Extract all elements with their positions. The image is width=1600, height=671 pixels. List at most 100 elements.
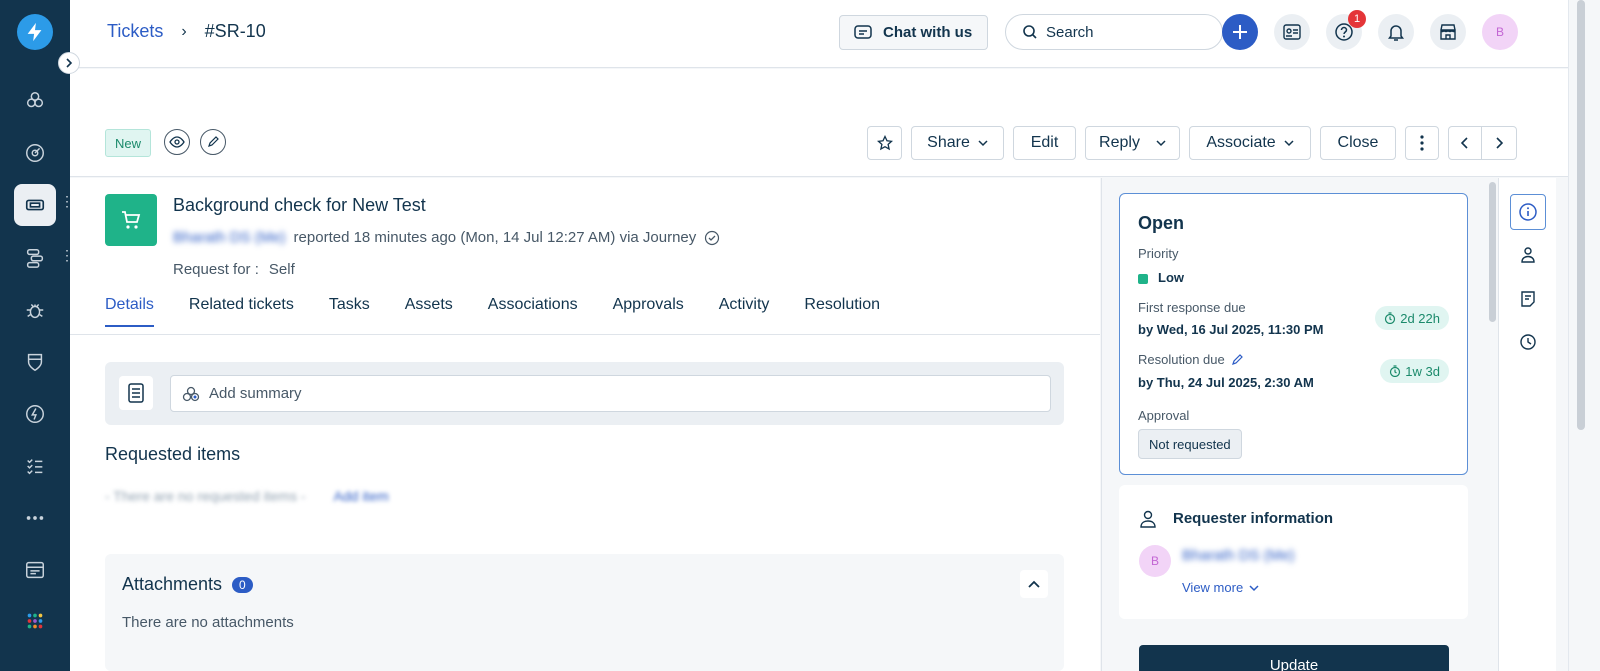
tab-activity[interactable]: Activity — [719, 296, 770, 327]
left-navigation: ⋮ ⋮ — [0, 0, 74, 671]
edit-pencil-icon[interactable] — [1231, 353, 1244, 366]
window-scrollbar[interactable] — [1568, 0, 1600, 671]
tab-resolution[interactable]: Resolution — [804, 296, 880, 327]
summary-document-icon — [119, 376, 153, 410]
eye-icon — [169, 136, 185, 148]
breadcrumb-current: #SR-10 — [204, 21, 266, 41]
priority-label: Priority — [1138, 246, 1179, 261]
nav-changes-shield-icon[interactable] — [14, 341, 56, 383]
edit-title-button[interactable] — [200, 129, 226, 155]
collapse-attachments-button[interactable] — [1020, 570, 1048, 598]
notes-panel-button[interactable] — [1510, 281, 1546, 317]
panel-scrollbar-thumb[interactable] — [1489, 182, 1496, 322]
approval-status-chip: Not requested — [1138, 429, 1242, 459]
add-summary-input[interactable]: Add summary — [170, 375, 1051, 412]
first-response-sla-text: 2d 22h — [1400, 310, 1440, 326]
request-for-value: Self — [268, 261, 295, 278]
requested-items-empty-text: - There are no requested items - — [105, 488, 306, 504]
chat-with-us-button[interactable]: Chat with us — [839, 15, 988, 50]
nav-tasks-checklist-icon[interactable] — [14, 445, 56, 487]
tab-details[interactable]: Details — [105, 296, 154, 327]
nav-assets-icon[interactable] — [14, 549, 56, 591]
ticket-properties-panel: Open Priority Low First response due by … — [1101, 178, 1487, 671]
add-item-link[interactable]: Add item — [334, 488, 389, 504]
associate-button[interactable]: Associate — [1189, 126, 1311, 160]
details-info-button[interactable] — [1510, 194, 1546, 230]
tab-assets[interactable]: Assets — [405, 296, 453, 327]
tab-associations[interactable]: Associations — [488, 296, 578, 327]
requested-items-heading: Requested items — [105, 444, 241, 464]
requester-name-link[interactable]: Bharath DS (Me) — [1182, 547, 1295, 564]
attachments-section: Attachments 0 There are no attachments — [105, 554, 1064, 671]
view-more-link[interactable]: View more — [1182, 580, 1259, 595]
pencil-icon — [208, 136, 219, 147]
tab-tasks[interactable]: Tasks — [329, 296, 370, 327]
nav-releases-bolt-icon[interactable] — [14, 393, 56, 435]
notifications-button[interactable] — [1378, 14, 1414, 50]
edit-label: Edit — [1030, 134, 1059, 151]
attachments-title: Attachments — [122, 574, 223, 594]
nav-workflows-icon[interactable] — [14, 237, 56, 279]
nav-dashboard-icon[interactable] — [14, 132, 56, 174]
window-scrollbar-thumb[interactable] — [1577, 0, 1585, 430]
requester-info-title: Requester information — [1173, 510, 1334, 527]
tab-related-tickets[interactable]: Related tickets — [189, 296, 294, 327]
ticket-tabs: Details Related tickets Tasks Assets Ass… — [105, 296, 880, 327]
priority-value[interactable]: Low — [1138, 270, 1184, 285]
tab-approvals[interactable]: Approvals — [613, 296, 684, 327]
summary-section: Add summary — [105, 362, 1064, 425]
help-notification-badge: 1 — [1348, 10, 1366, 28]
chevron-up-icon — [1028, 580, 1040, 588]
nav-more-icon[interactable] — [14, 497, 56, 539]
attachments-heading: Attachments 0 — [122, 574, 253, 595]
update-button[interactable]: Update — [1139, 645, 1449, 671]
requested-items-empty: - There are no requested items - Add ite… — [105, 488, 389, 504]
breadcrumb: Tickets › #SR-10 — [107, 21, 266, 42]
marketplace-button[interactable] — [1430, 14, 1466, 50]
store-icon — [1440, 24, 1456, 40]
reply-button[interactable]: Reply — [1085, 126, 1180, 160]
expand-sidebar-button[interactable] — [58, 52, 80, 74]
ticket-status[interactable]: Open — [1138, 213, 1184, 234]
breadcrumb-tickets-link[interactable]: Tickets — [107, 21, 163, 42]
help-button[interactable]: 1 — [1326, 10, 1366, 50]
share-button[interactable]: Share — [911, 126, 1004, 160]
chat-icon — [854, 24, 872, 39]
attachments-count-badge: 0 — [232, 576, 253, 593]
user-avatar[interactable]: B — [1482, 14, 1518, 50]
global-search-input[interactable]: Search — [1005, 14, 1223, 50]
app-logo-icon[interactable] — [17, 14, 53, 50]
nav-problems-bug-icon[interactable] — [14, 289, 56, 331]
close-ticket-button[interactable]: Close — [1320, 126, 1396, 160]
bell-icon — [1388, 25, 1404, 41]
resolution-due-label-row: Resolution due — [1138, 352, 1244, 367]
requester-panel-button[interactable] — [1510, 237, 1546, 273]
history-panel-button[interactable] — [1510, 324, 1546, 360]
search-placeholder: Search — [1046, 23, 1094, 41]
requester-avatar: B — [1139, 545, 1171, 577]
create-new-button[interactable] — [1222, 14, 1258, 50]
reply-label: Reply — [1099, 134, 1140, 151]
resolution-sla-badge: 1w 3d — [1380, 359, 1449, 383]
chat-label: Chat with us — [883, 24, 973, 41]
star-button[interactable] — [867, 126, 902, 160]
chevron-left-icon — [1461, 137, 1468, 149]
nav-tickets-icon[interactable] — [14, 184, 56, 226]
ticket-toolbar: New Share Edit Reply Associate Close — [70, 114, 1585, 177]
timer-icon — [1385, 312, 1396, 324]
ticket-meta-text: reported 18 minutes ago (Mon, 14 Jul 12:… — [293, 229, 697, 246]
watch-button[interactable] — [164, 129, 190, 155]
panel-scrollbar[interactable] — [1488, 178, 1498, 671]
edit-button[interactable]: Edit — [1013, 126, 1076, 160]
requester-link[interactable]: Bharath DS (Me) — [173, 229, 286, 246]
approval-label: Approval — [1138, 408, 1190, 423]
next-ticket-button[interactable] — [1481, 126, 1517, 160]
chevron-down-icon — [1156, 140, 1166, 147]
nav-apps-grid-icon[interactable] — [14, 600, 56, 642]
more-actions-button[interactable] — [1405, 126, 1439, 160]
nav-home-icon[interactable] — [14, 80, 56, 122]
breadcrumb-separator-icon: › — [181, 22, 187, 40]
previous-ticket-button[interactable] — [1448, 126, 1482, 160]
status-badge: New — [105, 129, 152, 157]
contacts-button[interactable] — [1274, 14, 1310, 50]
